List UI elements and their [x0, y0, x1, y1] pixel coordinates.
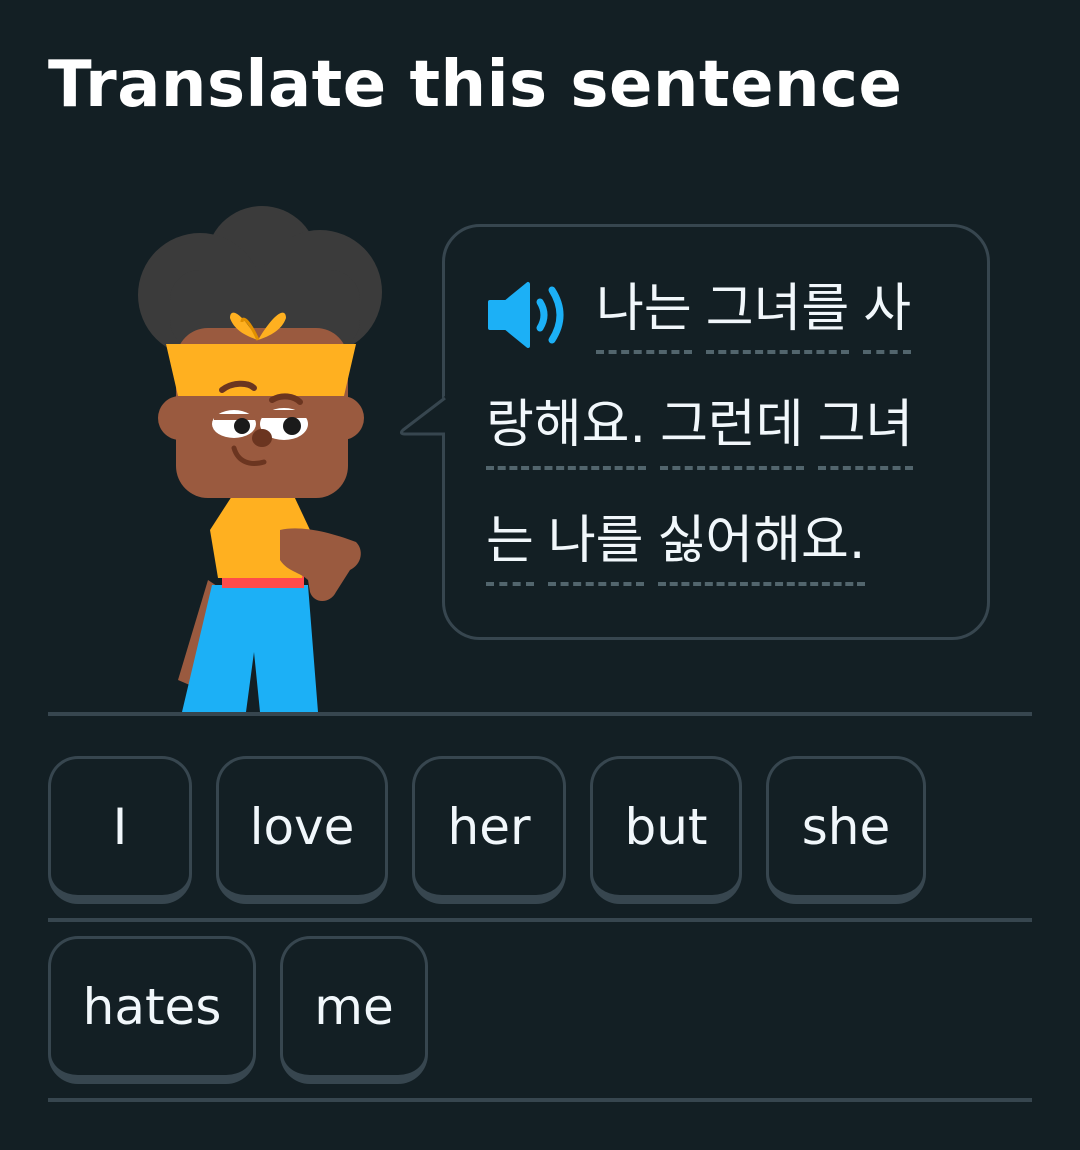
answer-line	[48, 712, 1032, 716]
prompt-line: 는 나를 싫어해요.	[486, 510, 966, 626]
page-title: Translate this sentence	[48, 48, 903, 122]
prompt-sentence: 나는 그녀를 사 랑해요. 그런데 그녀 는 나를 싫어해요.	[486, 278, 966, 626]
answer-line	[48, 918, 1032, 922]
word-tile[interactable]: me	[280, 936, 428, 1084]
word-tile[interactable]: but	[590, 756, 742, 904]
word-tile[interactable]: her	[412, 756, 566, 904]
prompt-word[interactable]: 랑해요.	[486, 394, 647, 470]
prompt-word[interactable]: 는	[486, 510, 534, 586]
prompt-line: 랑해요. 그런데 그녀	[486, 394, 966, 510]
character-illustration	[138, 206, 382, 712]
speaker-icon[interactable]	[486, 276, 582, 354]
prompt-word[interactable]: 그녀를	[705, 278, 850, 354]
character-headband	[166, 344, 356, 396]
prompt-word[interactable]: 나는	[596, 278, 692, 354]
word-tile[interactable]: I	[48, 756, 192, 904]
word-tile[interactable]: hates	[48, 936, 256, 1084]
word-tile[interactable]: she	[766, 756, 926, 904]
prompt-word[interactable]: 나를	[547, 510, 644, 586]
prompt-word[interactable]: 싫어해요.	[657, 510, 866, 586]
word-bank-row: I love her but she	[48, 756, 926, 904]
prompt-word[interactable]: 그녀	[817, 394, 914, 470]
word-bank-row: hates me	[48, 936, 428, 1084]
word-tile[interactable]: love	[216, 756, 388, 904]
prompt-line: 나는 그녀를 사	[486, 278, 966, 394]
prompt-word[interactable]: 사	[863, 278, 912, 354]
prompt-word[interactable]: 그런데	[660, 394, 804, 470]
answer-line	[48, 1098, 1032, 1102]
speech-bubble-tail	[399, 396, 446, 436]
